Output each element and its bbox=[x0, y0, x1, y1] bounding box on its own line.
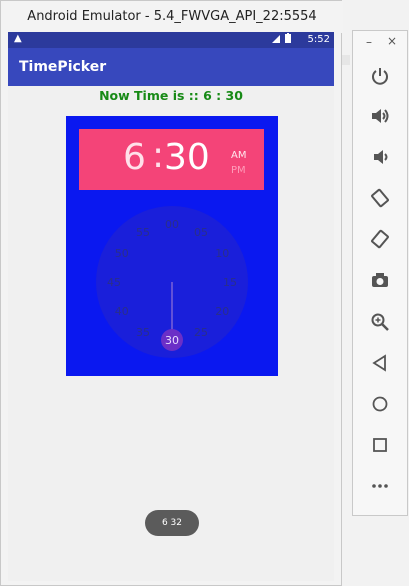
toast-message: 6 32 bbox=[145, 510, 199, 536]
dial-label-55[interactable]: 55 bbox=[136, 226, 150, 239]
more-button[interactable] bbox=[367, 473, 393, 499]
overview-button[interactable] bbox=[367, 432, 393, 458]
window-title: Android Emulator - 5.4_FWVGA_API_22:5554 bbox=[1, 1, 343, 33]
volume-up-icon bbox=[372, 109, 389, 123]
rotate-right-icon bbox=[371, 229, 389, 249]
dial-label-25[interactable]: 25 bbox=[194, 326, 208, 339]
back-icon bbox=[372, 354, 386, 372]
dial-label-30[interactable]: 30 bbox=[165, 334, 179, 347]
hour-display[interactable]: 6 bbox=[123, 137, 146, 178]
volume-down-button[interactable] bbox=[367, 144, 393, 170]
signal-icon bbox=[270, 32, 296, 47]
volume-up-button[interactable] bbox=[367, 103, 393, 129]
clock-dial[interactable]: 00 05 10 15 20 25 30 35 40 45 50 55 bbox=[96, 206, 248, 358]
battery-icon bbox=[285, 34, 291, 43]
rotate-left-button[interactable] bbox=[367, 185, 393, 211]
dial-label-50[interactable]: 50 bbox=[115, 247, 129, 260]
dial-label-10[interactable]: 10 bbox=[215, 247, 229, 260]
dial-label-15[interactable]: 15 bbox=[223, 276, 237, 289]
dial-label-35[interactable]: 35 bbox=[136, 326, 150, 339]
rotate-left-icon bbox=[371, 188, 389, 208]
time-picker: 6 : 30 AM PM 00 05 10 15 20 25 30 35 40 45 50 55 bbox=[66, 116, 278, 376]
emulator-window: Android Emulator - 5.4_FWVGA_API_22:5554… bbox=[0, 0, 343, 586]
window-edge bbox=[342, 55, 350, 65]
toolbar-header: – × bbox=[353, 31, 407, 57]
minimize-button[interactable]: – bbox=[366, 35, 372, 49]
app-title: TimePicker bbox=[19, 59, 107, 75]
more-icon bbox=[372, 484, 388, 488]
back-button[interactable] bbox=[367, 350, 393, 376]
clock-dial-face[interactable]: 00 05 10 15 20 25 30 35 40 45 50 55 bbox=[96, 206, 248, 358]
now-time-label: Now Time is :: 6 : 30 bbox=[99, 88, 243, 103]
time-separator: : bbox=[152, 135, 165, 176]
rotate-right-button[interactable] bbox=[367, 226, 393, 252]
minute-display[interactable]: 30 bbox=[164, 137, 210, 178]
am-toggle[interactable]: AM bbox=[231, 150, 246, 161]
warning-icon: ▲ bbox=[14, 33, 22, 44]
dial-label-40[interactable]: 40 bbox=[115, 305, 129, 318]
home-button[interactable] bbox=[367, 391, 393, 417]
status-time: 5:52 bbox=[307, 34, 330, 45]
status-bar: ▲ 5:52 bbox=[8, 32, 334, 48]
device-screen: ▲ 5:52 TimePicker Now Time is :: 6 : 30 … bbox=[8, 32, 334, 581]
overview-icon bbox=[373, 438, 387, 452]
dial-label-45[interactable]: 45 bbox=[107, 276, 121, 289]
camera-button[interactable] bbox=[367, 267, 393, 293]
power-button[interactable] bbox=[367, 63, 393, 89]
pm-toggle[interactable]: PM bbox=[231, 165, 246, 176]
emulator-side-toolbar: – × bbox=[352, 30, 408, 516]
home-icon bbox=[372, 396, 388, 412]
app-bar: TimePicker bbox=[8, 48, 334, 86]
dial-label-05[interactable]: 05 bbox=[194, 226, 208, 239]
power-icon bbox=[372, 68, 388, 85]
zoom-button[interactable] bbox=[367, 309, 393, 335]
dial-label-20[interactable]: 20 bbox=[215, 305, 229, 318]
close-button[interactable]: × bbox=[387, 34, 397, 48]
time-picker-header: 6 : 30 AM PM bbox=[79, 129, 264, 190]
volume-down-icon bbox=[374, 150, 388, 164]
dial-label-00[interactable]: 00 bbox=[165, 218, 179, 231]
zoom-icon bbox=[371, 313, 389, 331]
camera-icon bbox=[372, 273, 388, 287]
